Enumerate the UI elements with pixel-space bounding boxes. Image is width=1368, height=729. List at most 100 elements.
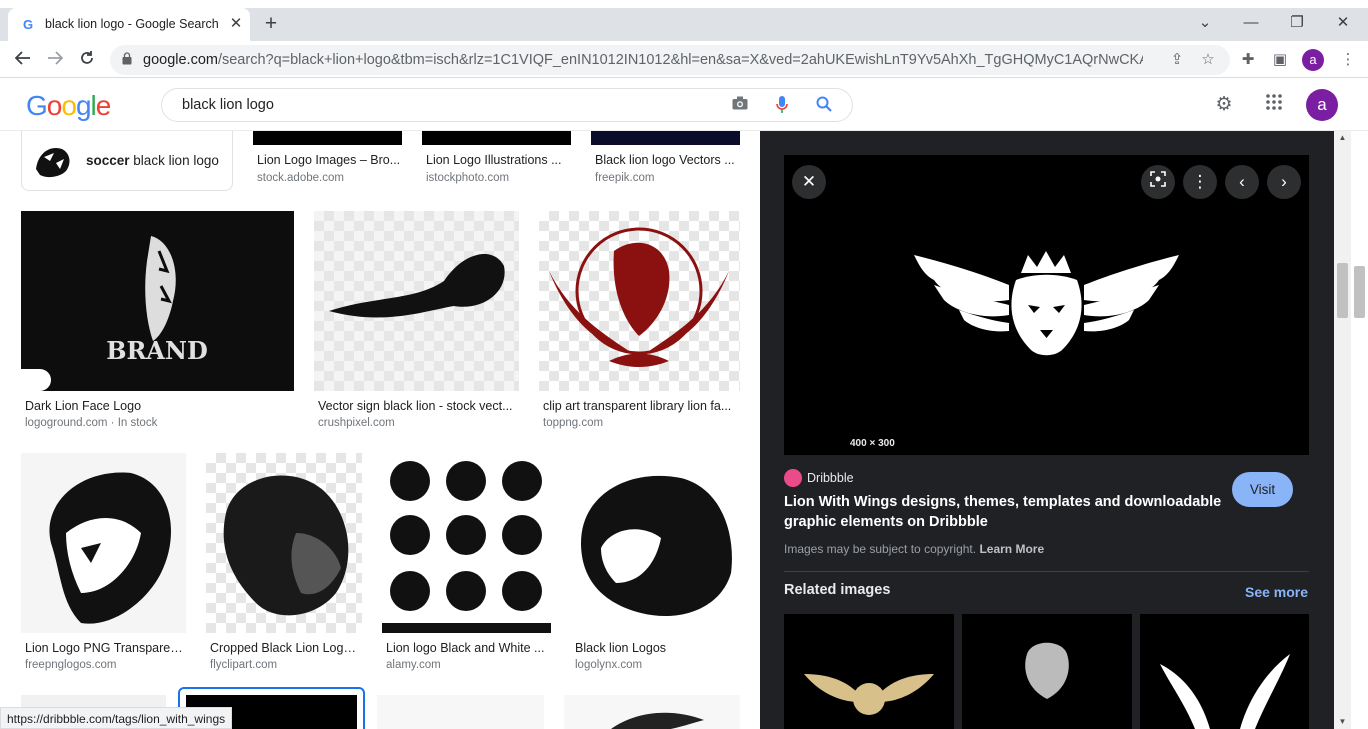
previous-image-icon[interactable]: ‹ xyxy=(1225,165,1259,199)
page-scrollbar[interactable] xyxy=(1351,131,1368,729)
result-thumbnail xyxy=(253,131,402,145)
result-card[interactable]: Lion Logo Illustrations ... istockphoto.… xyxy=(422,131,571,191)
menu-kebab-icon[interactable]: ⋮ xyxy=(1337,49,1359,71)
profile-avatar[interactable]: a xyxy=(1302,49,1324,71)
preview-image[interactable]: ✕ ⋮ ‹ › 400 × 300 xyxy=(784,155,1309,455)
extensions-icon[interactable]: ✚ xyxy=(1237,49,1259,71)
bookmark-star-icon[interactable]: ☆ xyxy=(1198,50,1218,70)
restore-button[interactable]: ❐ xyxy=(1274,8,1320,38)
preview-title-link[interactable]: Lion With Wings designs, themes, templat… xyxy=(784,492,1224,532)
result-source: stock.adobe.com xyxy=(257,172,344,184)
reload-icon[interactable] xyxy=(73,46,101,74)
url-text: google.com/search?q=black+lion+logo&tbm=… xyxy=(143,52,1143,68)
see-more-link[interactable]: See more xyxy=(1245,584,1308,600)
close-preview-icon[interactable]: ✕ xyxy=(792,165,826,199)
result-source: logolynx.com xyxy=(575,659,643,671)
result-card[interactable]: Lion logo Black and White ... alamy.com xyxy=(382,453,551,679)
result-card[interactable]: Black lion logo Vectors ... freepik.com xyxy=(591,131,740,191)
result-source: flyclipart.com xyxy=(210,659,278,671)
forward-arrow-icon[interactable] xyxy=(41,46,69,74)
scroll-up-arrow-icon[interactable]: ▲ xyxy=(1334,131,1351,145)
result-source: istockphoto.com xyxy=(426,172,510,184)
result-source: crushpixel.com xyxy=(318,417,395,429)
minimize-button[interactable]: — xyxy=(1228,8,1274,38)
related-images-heading: Related images xyxy=(784,582,891,598)
new-tab-button[interactable]: + xyxy=(259,13,283,37)
window-top-border xyxy=(0,0,1368,8)
scroll-down-arrow-icon[interactable]: ▼ xyxy=(1334,715,1351,729)
learn-more-link[interactable]: Learn More xyxy=(979,542,1044,556)
more-options-icon[interactable]: ⋮ xyxy=(1183,165,1217,199)
result-title: Cropped Black Lion Logo... xyxy=(210,641,360,655)
google-favicon-icon: G xyxy=(23,17,34,32)
result-card[interactable]: Black lion Logos logolynx.com xyxy=(571,453,740,679)
result-card[interactable]: BRAND Dark Lion Face Logo logoground.com… xyxy=(21,211,294,437)
microphone-icon[interactable] xyxy=(772,96,792,116)
close-tab-icon[interactable]: ✕ xyxy=(227,14,245,34)
brand-watermark-text: BRAND xyxy=(106,336,208,365)
result-card[interactable]: Lion Logo PNG Transparen... freepnglogos… xyxy=(21,453,186,679)
lens-search-icon[interactable] xyxy=(1141,165,1175,199)
related-search-text: soccer black lion logo xyxy=(86,153,219,168)
apps-grid-icon[interactable] xyxy=(1262,93,1286,117)
related-image[interactable] xyxy=(1140,614,1309,729)
next-image-icon[interactable]: › xyxy=(1267,165,1301,199)
related-image[interactable] xyxy=(962,614,1132,729)
result-card[interactable]: Lion Logo Images – Bro... stock.adobe.co… xyxy=(253,131,402,191)
search-input[interactable]: black lion logo xyxy=(182,97,274,113)
result-title: Lion Logo PNG Transparen... xyxy=(25,641,185,655)
google-account-avatar[interactable]: a xyxy=(1306,89,1338,121)
close-window-button[interactable]: ✕ xyxy=(1320,8,1366,38)
result-thumbnail xyxy=(591,131,740,145)
result-title: Lion Logo Illustrations ... xyxy=(426,153,562,167)
back-arrow-icon[interactable] xyxy=(9,46,37,74)
panel-scrollbar[interactable]: ▲ ▼ xyxy=(1334,131,1351,729)
status-bar-url: https://dribbble.com/tags/lion_with_wing… xyxy=(0,707,233,729)
result-source: freepik.com xyxy=(595,172,655,184)
image-dimensions: 400 × 300 xyxy=(850,438,895,449)
result-title: Vector sign black lion - stock vect... xyxy=(318,399,513,413)
related-search-thumbnail xyxy=(30,139,74,183)
result-source: logoground.com · In stock xyxy=(25,417,158,429)
result-thumbnail xyxy=(382,453,551,633)
dribbble-icon xyxy=(784,469,802,487)
result-source: freepnglogos.com xyxy=(25,659,117,671)
image-results: soccer black lion logo Lion Logo Images … xyxy=(0,131,760,729)
tab-title: black lion logo - Google Search xyxy=(45,17,219,31)
result-thumbnail xyxy=(206,453,362,633)
settings-gear-icon[interactable]: ⚙ xyxy=(1212,93,1236,117)
visit-button[interactable]: Visit xyxy=(1232,472,1293,507)
related-image[interactable] xyxy=(784,614,954,729)
tab-strip: G black lion logo - Google Search ✕ + ⌄ … xyxy=(0,8,1368,41)
related-search-chip[interactable]: soccer black lion logo xyxy=(21,131,233,191)
copyright-notice: Images may be subject to copyright. Lear… xyxy=(784,542,1045,556)
address-bar[interactable]: google.com/search?q=black+lion+logo&tbm=… xyxy=(110,45,1230,75)
camera-icon[interactable] xyxy=(730,96,750,116)
search-icon[interactable] xyxy=(814,96,834,116)
lock-icon xyxy=(122,52,132,65)
result-card[interactable]: Cropped Black Lion Logo... flyclipart.co… xyxy=(206,453,362,679)
result-card[interactable]: clip art transparent library lion fa... … xyxy=(539,211,740,437)
result-thumbnail xyxy=(422,131,571,145)
result-thumbnail xyxy=(21,453,186,633)
google-logo[interactable]: Google xyxy=(26,90,111,122)
result-thumbnail xyxy=(571,453,740,633)
result-title: Lion Logo Images – Bro... xyxy=(257,153,401,167)
browser-tab[interactable]: G black lion logo - Google Search ✕ xyxy=(8,8,250,41)
google-header: Google black lion logo ⚙ a xyxy=(0,78,1368,131)
result-title: Lion logo Black and White ... xyxy=(386,641,545,655)
side-panel-icon[interactable]: ▣ xyxy=(1269,49,1291,71)
result-card[interactable] xyxy=(564,695,740,729)
share-icon[interactable]: ⇪ xyxy=(1167,50,1187,70)
result-card[interactable]: Vector sign black lion - stock vect... c… xyxy=(314,211,519,437)
result-title: clip art transparent library lion fa... xyxy=(543,399,732,413)
result-card[interactable] xyxy=(377,695,544,729)
winged-lion-illustration xyxy=(914,251,1179,356)
tab-search-icon[interactable]: ⌄ xyxy=(1182,8,1228,38)
result-thumbnail xyxy=(314,211,519,391)
search-box[interactable]: black lion logo xyxy=(161,88,853,122)
result-title: Black lion logo Vectors ... xyxy=(595,153,735,167)
image-preview-panel: ✕ ⋮ ‹ › 400 × 300 Dribbble Lion With Win… xyxy=(760,131,1334,729)
page-scrollbar-thumb[interactable] xyxy=(1354,266,1365,318)
scrollbar-thumb[interactable] xyxy=(1337,263,1348,318)
